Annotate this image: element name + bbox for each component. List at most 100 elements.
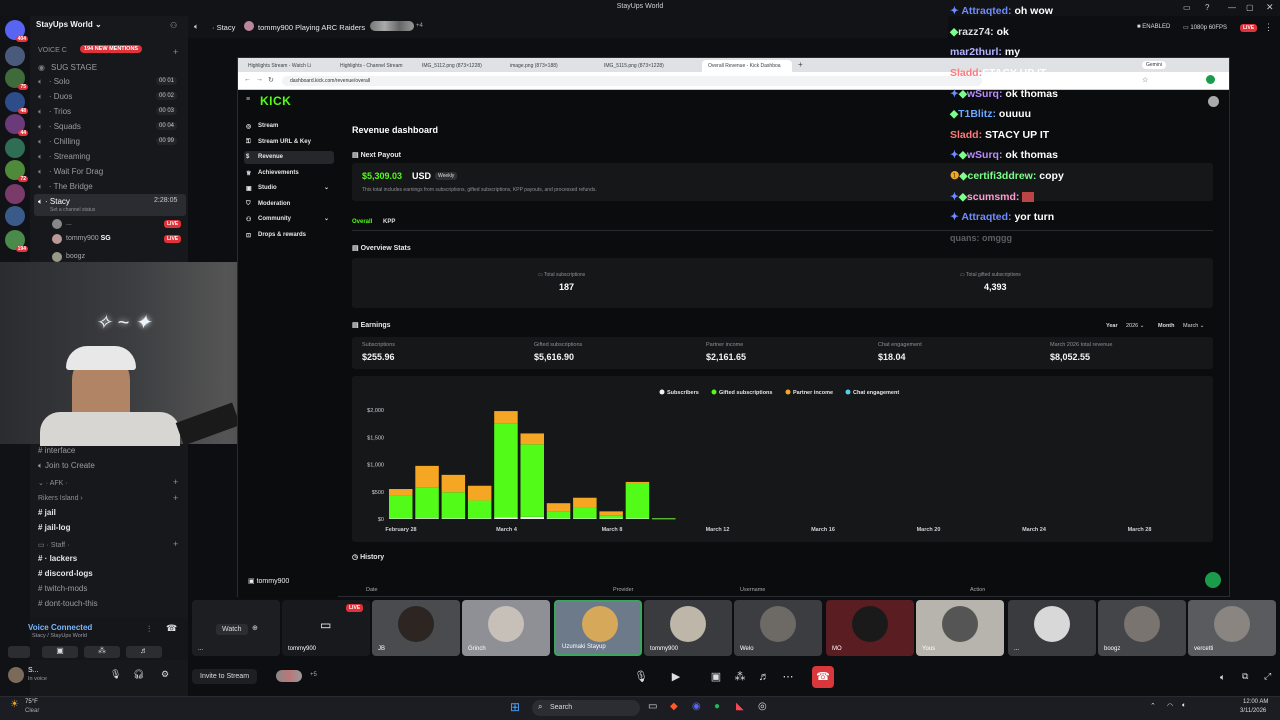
browser-tab[interactable]: IMG_5115.png (873×1228)	[598, 60, 694, 72]
browser-tab[interactable]: image.png (873×188)	[504, 60, 590, 72]
participant-tile[interactable]: ...	[1008, 600, 1096, 656]
watch-button[interactable]: Watch	[216, 624, 248, 635]
year-select[interactable]: 2026 ⌄	[1126, 323, 1144, 329]
voice-channel-squads[interactable]: 🔈︎ · Squads 00 04	[38, 122, 178, 132]
text-channel-discord-logs[interactable]: # discord-logs	[38, 569, 93, 578]
voice-join-to-create[interactable]: 🔈︎ Join to Create	[38, 461, 95, 471]
spotify-icon[interactable]: ●	[714, 701, 720, 712]
month-select[interactable]: March ⌄	[1183, 323, 1204, 329]
search-box[interactable]: ⌕ Search	[532, 700, 640, 716]
voice-channel-duos[interactable]: 🔈︎ · Duos 00 02	[38, 92, 178, 102]
camera-off-button[interactable]: ▶	[665, 666, 687, 688]
server-icon[interactable]	[5, 184, 25, 204]
text-channel-lackers[interactable]: # · lackers	[38, 554, 77, 563]
chat-support-button[interactable]	[1205, 572, 1221, 588]
tab-kpp[interactable]: KPP	[383, 219, 395, 225]
nav-stream[interactable]: ◎ Stream	[244, 120, 334, 133]
staff-category[interactable]: ▭ · Staff ·	[38, 541, 69, 549]
participant-tile[interactable]: Yous	[916, 600, 1004, 656]
server-icon[interactable]: 44	[5, 114, 28, 136]
wifi-icon[interactable]: ◠	[1167, 702, 1173, 710]
microphone-button[interactable]: 🎙︎	[630, 666, 652, 688]
obs-icon[interactable]: ◎	[758, 701, 767, 712]
address-input[interactable]: dashboard.kick.com/revenue/overall	[282, 76, 982, 86]
more-icon[interactable]: ⋮	[1264, 22, 1273, 33]
server-icon[interactable]: 72	[5, 160, 28, 182]
soundboard-button[interactable]: ♬	[753, 666, 775, 688]
headphones-icon[interactable]: 🎧︎	[133, 669, 144, 680]
clock-time[interactable]: 12:00 AM	[1243, 699, 1268, 705]
activities-button[interactable]: ⁂	[729, 666, 751, 688]
participant-tile[interactable]: Grinch	[462, 600, 550, 656]
text-channel-interface[interactable]: # interface	[38, 446, 75, 455]
nav-moderation[interactable]: ⛉ Moderation	[244, 198, 334, 211]
tray-chevron-icon[interactable]: ⌃	[1150, 702, 1156, 710]
active-voice-channel[interactable]: 🔈︎ · Stacy 2:28:05 Set a channel status	[34, 194, 186, 216]
disconnect-icon[interactable]: ☎	[166, 623, 177, 634]
volume-icon[interactable]: 🔈︎	[1182, 702, 1186, 710]
afk-category[interactable]: ⌄ · AFK ·	[38, 479, 68, 487]
text-channel-jail[interactable]: # jail	[38, 508, 56, 517]
browser-tab[interactable]: IMG_5112.png (873×1228)	[416, 60, 502, 72]
participant-tile[interactable]: MO	[826, 600, 914, 656]
nav-community[interactable]: ⚇ Community ⌄	[244, 213, 334, 226]
nav-achievements[interactable]: ♕ Achievements	[244, 167, 334, 180]
browser-tab[interactable]: Highlights - Channel Stream	[334, 60, 414, 72]
fullscreen-icon[interactable]: ⤢	[1264, 671, 1271, 682]
footer-user[interactable]: ▣ tommy900	[248, 577, 289, 585]
menu-icon[interactable]: ≡	[246, 96, 250, 103]
brave-browser-icon[interactable]: ◆	[670, 701, 678, 712]
screen-share-button[interactable]: ▣	[42, 646, 78, 658]
reload-icon[interactable]: ↻	[268, 76, 274, 84]
mentions-pill[interactable]: 194 NEW MENTIONS	[80, 45, 143, 53]
more-options-button[interactable]: ⋯	[777, 666, 799, 688]
clock-date[interactable]: 3/11/2026	[1240, 708, 1266, 714]
participant-tile[interactable]: tommy900	[644, 600, 732, 656]
participant-tile[interactable]: JB	[372, 600, 460, 656]
participant-tile[interactable]: vercetti	[1188, 600, 1276, 656]
forward-icon[interactable]: →	[256, 76, 263, 83]
server-icon[interactable]	[5, 46, 25, 66]
waveform-icon[interactable]: ⫶	[148, 624, 150, 635]
nav-drops[interactable]: ⊡ Drops & rewards	[244, 229, 334, 242]
server-icon[interactable]	[5, 138, 25, 158]
voice-channel-solo[interactable]: 🔈︎ · Solo 00 01	[38, 77, 178, 87]
avatar[interactable]	[8, 667, 24, 683]
browser-tab[interactable]: Highlights Stream - Watch Li	[242, 60, 332, 72]
new-tab-icon[interactable]: +	[798, 60, 803, 69]
server-icon[interactable]: 194	[5, 230, 28, 252]
text-channel-twitch-mods[interactable]: # twitch-mods	[38, 584, 87, 593]
camera-off-button[interactable]	[8, 646, 30, 658]
stream-tile[interactable]: LIVE ▭ tommy900	[282, 600, 370, 656]
voice-channel-streaming[interactable]: 🔈︎ · Streaming	[38, 152, 90, 162]
server-name[interactable]: StayUps World ⌄	[36, 20, 102, 29]
nav-revenue[interactable]: $ Revenue	[244, 151, 334, 164]
popout-icon[interactable]: ⧉	[1242, 671, 1248, 682]
volume-icon[interactable]: 🔈︎	[1220, 672, 1225, 683]
participant-tile-speaking[interactable]: Uzumaki Stayup	[554, 600, 642, 656]
rikers-category[interactable]: Rikers Island ›	[38, 495, 83, 502]
nav-studio[interactable]: ▣ Studio ⌄	[244, 182, 334, 195]
server-icon[interactable]	[5, 206, 25, 226]
microphone-icon[interactable]: 🎙︎	[110, 669, 121, 680]
voice-member[interactable]: tommy900 SG LIVE	[52, 234, 182, 246]
tab-overall[interactable]: Overall	[352, 219, 372, 225]
stage-channel[interactable]: ◉ SUG STAGE	[38, 63, 97, 72]
text-channel-jail-log[interactable]: # jail-log	[38, 523, 70, 532]
add-channel-icon[interactable]: +	[173, 493, 178, 503]
nav-stream-url[interactable]: ⚿ Stream URL & Key	[244, 136, 334, 149]
voice-channel-wait[interactable]: 🔈︎ · Wait For Drag	[38, 167, 103, 177]
screen-share-button[interactable]: ▣	[705, 666, 727, 688]
popout-icon[interactable]: ⊕	[252, 624, 258, 632]
leave-call-button[interactable]: ☎	[812, 666, 834, 688]
watch-tile[interactable]: Watch ⊕ ...	[192, 600, 280, 656]
add-channel-icon[interactable]: +	[173, 477, 178, 487]
add-channel-icon[interactable]: +	[173, 47, 178, 57]
voice-channel-bridge[interactable]: 🔈︎ · The Bridge	[38, 182, 93, 192]
windows-start-icon[interactable]: ⊞	[510, 700, 520, 714]
voice-category[interactable]: VOICE C	[38, 47, 67, 54]
discord-icon[interactable]: ◉	[692, 701, 701, 712]
add-channel-icon[interactable]: +	[173, 539, 178, 549]
kick-logo[interactable]: KICK	[260, 94, 291, 108]
participant-tile[interactable]: Welo	[734, 600, 822, 656]
